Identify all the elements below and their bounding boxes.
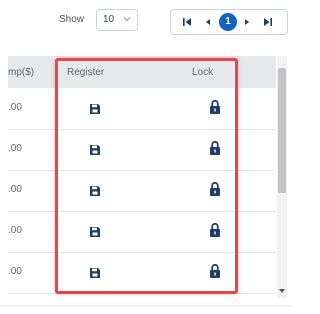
show-label: Show [59, 14, 85, 25]
scrollbar-thumb[interactable] [278, 68, 286, 193]
page-size-select[interactable]: 10 [96, 9, 138, 31]
table-row: .00 [8, 211, 276, 253]
prev-page-icon[interactable] [202, 17, 214, 27]
last-page-icon[interactable] [262, 17, 274, 27]
amount-cell: .00 [8, 266, 22, 277]
table-row: .00 [8, 252, 276, 294]
table-header: mp($) Register Lock [8, 56, 276, 88]
table-row: .00 [8, 129, 276, 171]
save-icon[interactable] [89, 267, 101, 279]
lock-icon[interactable] [209, 99, 221, 115]
scroll-down-icon[interactable] [278, 288, 286, 294]
amount-cell: .00 [8, 184, 22, 195]
current-page-button[interactable]: 1 [219, 13, 237, 31]
lock-icon[interactable] [209, 181, 221, 197]
amount-cell: .00 [8, 102, 22, 113]
lock-icon[interactable] [209, 222, 221, 238]
column-header-register[interactable]: Register [67, 67, 104, 78]
save-icon[interactable] [89, 226, 101, 238]
pagination: 1 [170, 9, 288, 35]
column-header-amount[interactable]: mp($) [8, 67, 34, 78]
divider [0, 305, 293, 307]
save-icon[interactable] [89, 144, 101, 156]
amount-cell: .00 [8, 143, 22, 154]
next-page-icon[interactable] [241, 17, 253, 27]
table-row: .00 [8, 170, 276, 212]
lock-icon[interactable] [209, 263, 221, 279]
save-icon[interactable] [89, 185, 101, 197]
save-icon[interactable] [89, 103, 101, 115]
table-row: .00 [8, 88, 276, 130]
column-header-lock[interactable]: Lock [192, 67, 213, 78]
page-size-value: 10 [103, 14, 115, 25]
table-toolbar: Show 10 1 [0, 0, 293, 48]
lock-icon[interactable] [209, 140, 221, 156]
first-page-icon[interactable] [181, 17, 193, 27]
amount-cell: .00 [8, 225, 22, 236]
data-table: mp($) Register Lock .00 .00 .00 .00 .00 [8, 56, 285, 298]
vertical-scrollbar[interactable] [277, 56, 287, 298]
chevron-down-icon [123, 17, 131, 22]
